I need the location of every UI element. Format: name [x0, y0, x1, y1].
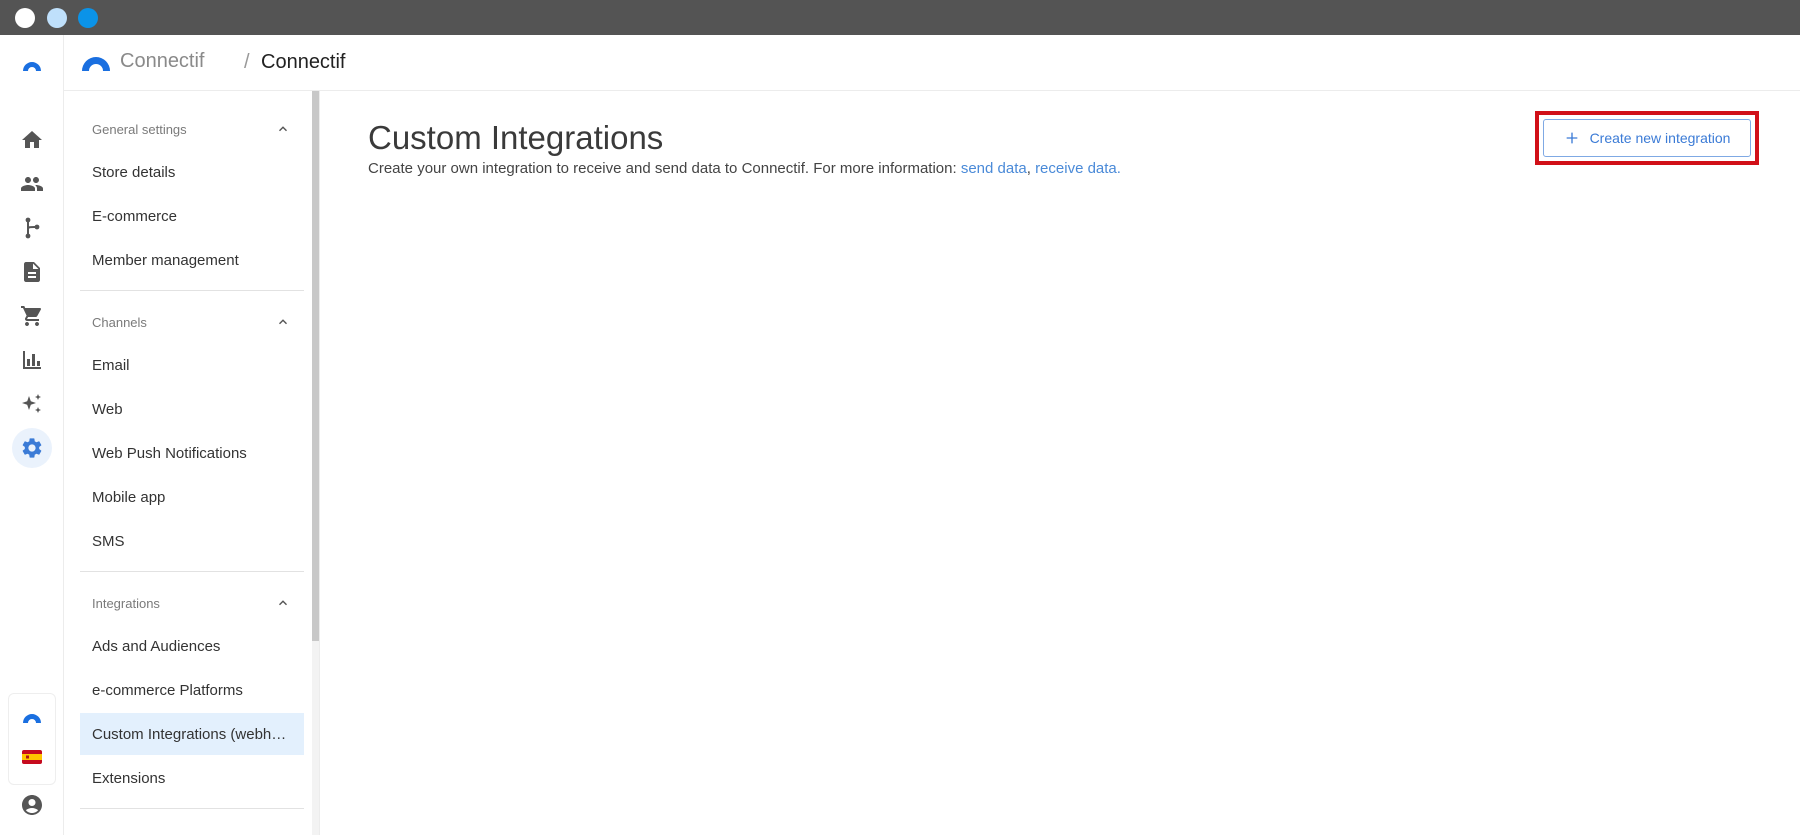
sidebar-item-custom-integrations[interactable]: Custom Integrations (webhooks) [80, 713, 304, 755]
sidebar-item-web-push[interactable]: Web Push Notifications [80, 432, 304, 474]
brand-name: Connectif [120, 49, 205, 72]
sidebar-item-ecommerce-platforms[interactable]: e-commerce Platforms [80, 669, 304, 711]
create-new-integration-button[interactable]: Create new integration [1543, 119, 1751, 157]
section-title: Channels [92, 314, 147, 330]
sidebar-item-email[interactable]: Email [80, 344, 304, 386]
sidebar-item-sms[interactable]: SMS [80, 520, 304, 562]
sidebar-item-web[interactable]: Web [80, 388, 304, 430]
section-channels[interactable]: Channels [80, 302, 304, 342]
page-description: Create your own integration to receive a… [368, 160, 1121, 177]
sidebar-item-ads-audiences[interactable]: Ads and Audiences [80, 625, 304, 667]
home-icon[interactable] [12, 120, 52, 160]
sidebar-item-member-management[interactable]: Member management [80, 239, 304, 281]
sidebar-item-extensions[interactable]: Extensions [80, 757, 304, 799]
window-maximize-button[interactable] [78, 8, 98, 28]
chevron-up-icon[interactable] [276, 596, 290, 610]
section-title: General settings [92, 121, 187, 137]
divider [80, 290, 304, 291]
sidebar-item-store-details[interactable]: Store details [80, 151, 304, 193]
sidebar-scrollbar-thumb[interactable] [312, 91, 319, 641]
window-minimize-button[interactable] [47, 8, 67, 28]
divider [80, 808, 304, 809]
settings-icon[interactable] [12, 428, 52, 468]
settings-sidebar: General settings Store details E-commerc… [64, 91, 320, 835]
document-icon[interactable] [12, 252, 52, 292]
section-integrations[interactable]: Integrations [80, 583, 304, 623]
page-title: Custom Integrations [368, 119, 664, 156]
description-text: Create your own integration to receive a… [368, 160, 961, 177]
window-titlebar [0, 0, 1800, 35]
connectif-logo-icon[interactable] [12, 697, 52, 737]
chevron-up-icon[interactable] [276, 122, 290, 136]
main-content: Custom Integrations Create your own inte… [320, 91, 1800, 835]
breadcrumb-current[interactable]: Connectif [261, 51, 346, 74]
receive-data-link[interactable]: receive data. [1035, 160, 1121, 177]
create-button-label: Create new integration [1589, 130, 1731, 146]
breadcrumb-separator: / [244, 51, 250, 73]
highlight-box: Create new integration [1535, 111, 1759, 165]
connectif-logo-icon[interactable] [12, 45, 52, 85]
send-data-link[interactable]: send data [961, 160, 1027, 177]
brand[interactable]: Connectif [80, 49, 205, 73]
cart-icon[interactable] [12, 296, 52, 336]
chart-icon[interactable] [12, 340, 52, 380]
workflow-icon[interactable] [12, 208, 52, 248]
contacts-icon[interactable] [12, 164, 52, 204]
sparkle-icon[interactable] [12, 384, 52, 424]
sidebar-item-mobile-app[interactable]: Mobile app [80, 476, 304, 518]
chevron-up-icon[interactable] [276, 315, 290, 329]
plus-icon [1566, 132, 1577, 144]
window-close-button[interactable] [15, 8, 35, 28]
top-header: Connectif / Connectif [64, 35, 1800, 91]
spain-flag-icon[interactable] [12, 737, 52, 777]
icon-rail [0, 35, 64, 835]
divider [80, 571, 304, 572]
connectif-logo-icon [82, 57, 110, 71]
section-title: Integrations [92, 595, 160, 611]
sidebar-item-e-commerce[interactable]: E-commerce [80, 195, 304, 237]
link-separator: , [1026, 160, 1036, 177]
account-icon[interactable] [12, 785, 52, 825]
section-general-settings[interactable]: General settings [80, 109, 304, 149]
